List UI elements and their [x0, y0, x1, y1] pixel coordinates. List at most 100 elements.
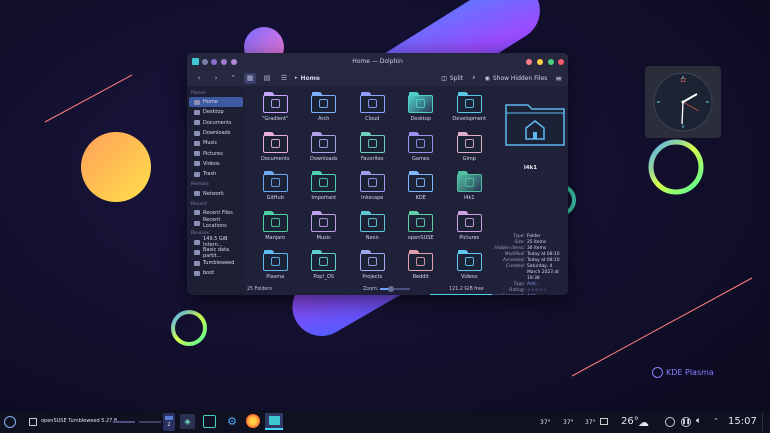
folder-item[interactable]: Plasma [251, 248, 300, 288]
folder-icon [262, 92, 288, 114]
firefox-icon[interactable] [246, 414, 260, 428]
downloads-icon [194, 130, 200, 136]
folder-item[interactable]: Manjaro [251, 209, 300, 249]
weather-temperature[interactable]: 26° [621, 416, 639, 427]
folder-label: Games [412, 155, 430, 162]
application-launcher-icon[interactable] [4, 416, 16, 428]
folder-label: Desktop [410, 116, 432, 122]
folder-label: Plasma [266, 274, 285, 280]
folder-item[interactable]: GitHub [251, 169, 300, 209]
details-view-button[interactable]: ☰ [278, 73, 290, 84]
sidebar-item-pictures[interactable]: Pictures [189, 148, 243, 158]
close-button[interactable] [558, 58, 564, 65]
folder-item[interactable]: Gimp [445, 130, 494, 170]
folder-icon [456, 131, 482, 154]
taskbar: openSUSE Tumbleweed 5.27.8 2 ◈ ⚙ 37° 37°… [0, 411, 770, 433]
show-desktop-button[interactable] [762, 413, 768, 431]
places-panel: Places Home Desktop Documents Downloads Music… [187, 86, 245, 295]
maximize-button[interactable] [548, 58, 554, 65]
window-title-icon [29, 418, 37, 426]
hamburger-menu-icon[interactable]: ≡ [555, 74, 562, 83]
sidebar-item-basic-data-partit[interactable]: Basic data partit... [189, 247, 243, 259]
sidebar-item-boot[interactable]: boot [189, 268, 243, 278]
zoom-slider[interactable] [380, 286, 411, 292]
folder-item[interactable]: Videos [445, 248, 494, 288]
folder-icon [456, 250, 482, 272]
up-arrow-icon[interactable]: ⌃ [227, 73, 239, 84]
clock-time[interactable]: 15:07 [728, 416, 757, 427]
folder-item[interactable]: Music [300, 209, 349, 249]
sidebar-section-header: Recent [191, 201, 207, 207]
task-app-icon-2[interactable] [203, 415, 216, 428]
zoom-slider-handle[interactable] [387, 286, 394, 292]
settings-gear-icon[interactable]: ⚙ [225, 414, 239, 428]
folder-icon [262, 250, 288, 272]
folder-item[interactable]: openSUSE [397, 209, 446, 249]
folder-item[interactable]: Pop!_OS [300, 248, 349, 288]
analog-clock-widget[interactable]: 12 [645, 66, 721, 138]
folder-item[interactable]: Downloads [300, 130, 349, 170]
show-hidden-files-button[interactable]: Show Hidden Files [493, 75, 547, 82]
folder-item[interactable]: "Gradient" [251, 90, 300, 130]
sidebar-item-music[interactable]: Music [189, 138, 243, 148]
title-bar[interactable]: Home — Dolphin [187, 53, 568, 70]
folder-icon [262, 210, 288, 233]
folder-item[interactable]: Development [445, 90, 494, 130]
sidebar-item-downloads[interactable]: Downloads [189, 128, 243, 138]
folder-label: Cloud [365, 116, 380, 122]
active-window-title[interactable]: openSUSE Tumbleweed 5.27.8 [41, 418, 117, 424]
sidebar-item-recent-locations[interactable]: Recent Locations [189, 217, 243, 229]
folder-item[interactable]: Cloud [348, 90, 397, 130]
compact-view-button[interactable]: ▤ [261, 73, 273, 84]
folder-item[interactable]: Pictures [445, 209, 494, 249]
folder-icon [262, 131, 288, 154]
search-icon[interactable]: ⌕ [472, 74, 475, 82]
folder-item[interactable]: Documents [251, 130, 300, 170]
monitor-icon[interactable] [600, 418, 608, 425]
pictures-icon [194, 151, 200, 157]
sidebar-item-tumbleweed[interactable]: Tumbleweed [189, 258, 243, 268]
folder-item[interactable]: Inkscape [348, 169, 397, 209]
dolphin-task-icon[interactable] [265, 413, 283, 430]
folder-item[interactable]: KDE [397, 169, 446, 209]
information-panel: l4k1 Type: Folder Size: 25 items Hidden item… [493, 86, 568, 295]
split-button[interactable]: Split [450, 75, 463, 82]
media-pause-icon[interactable]: ❚❚ [681, 417, 691, 427]
temperature-1: 37° [540, 419, 551, 426]
music-icon [194, 140, 200, 146]
folder-item[interactable]: Important [300, 169, 349, 209]
record-icon[interactable] [665, 417, 675, 427]
sidebar-item-documents[interactable]: Documents [189, 118, 243, 128]
folder-item[interactable]: l4k1 [445, 169, 494, 209]
drive-icon [194, 239, 200, 245]
task-app-icon-1[interactable]: ◈ [180, 414, 195, 429]
minimize-button[interactable] [537, 58, 543, 65]
folder-item[interactable]: Games [397, 130, 446, 170]
volume-icon[interactable]: 🔈︎ [696, 416, 701, 426]
folder-icon [359, 92, 385, 114]
folder-item[interactable]: Favorites [348, 130, 397, 170]
forward-arrow-icon[interactable]: › [210, 73, 222, 84]
folder-label: "Gradient" [262, 116, 289, 122]
folder-item[interactable]: Desktop [397, 90, 446, 130]
temperature-2: 37° [563, 419, 574, 426]
sidebar-item-videos[interactable]: Videos [189, 159, 243, 169]
system-tray-expand-icon[interactable]: ⌃ [713, 417, 719, 425]
dolphin-window: Home — Dolphin ‹ › ⌃ ▦ ▤ ☰ ▸ Home ◫ Spli… [187, 53, 568, 295]
breadcrumb[interactable]: Home [301, 75, 320, 82]
folder-item[interactable]: Projects [348, 248, 397, 288]
sidebar-item-trash[interactable]: Trash [189, 169, 243, 179]
folder-item[interactable]: Neon [348, 209, 397, 249]
folder-item[interactable]: Arch [300, 90, 349, 130]
kde-logo-icon [652, 367, 663, 378]
help-button[interactable] [526, 58, 532, 65]
sidebar-item-desktop[interactable]: Desktop [189, 107, 243, 117]
folder-item[interactable]: Reddit [397, 248, 446, 288]
sidebar-item-network[interactable]: Network [189, 188, 243, 198]
sidebar-item-home[interactable]: Home [189, 97, 243, 108]
icons-view-button[interactable]: ▦ [244, 72, 256, 84]
back-arrow-icon[interactable]: ‹ [193, 73, 205, 84]
eye-icon: ◉ [484, 74, 490, 82]
cloud-icon[interactable]: ☁ [638, 416, 649, 429]
virtual-desktop-pager[interactable]: 2 [163, 413, 175, 431]
